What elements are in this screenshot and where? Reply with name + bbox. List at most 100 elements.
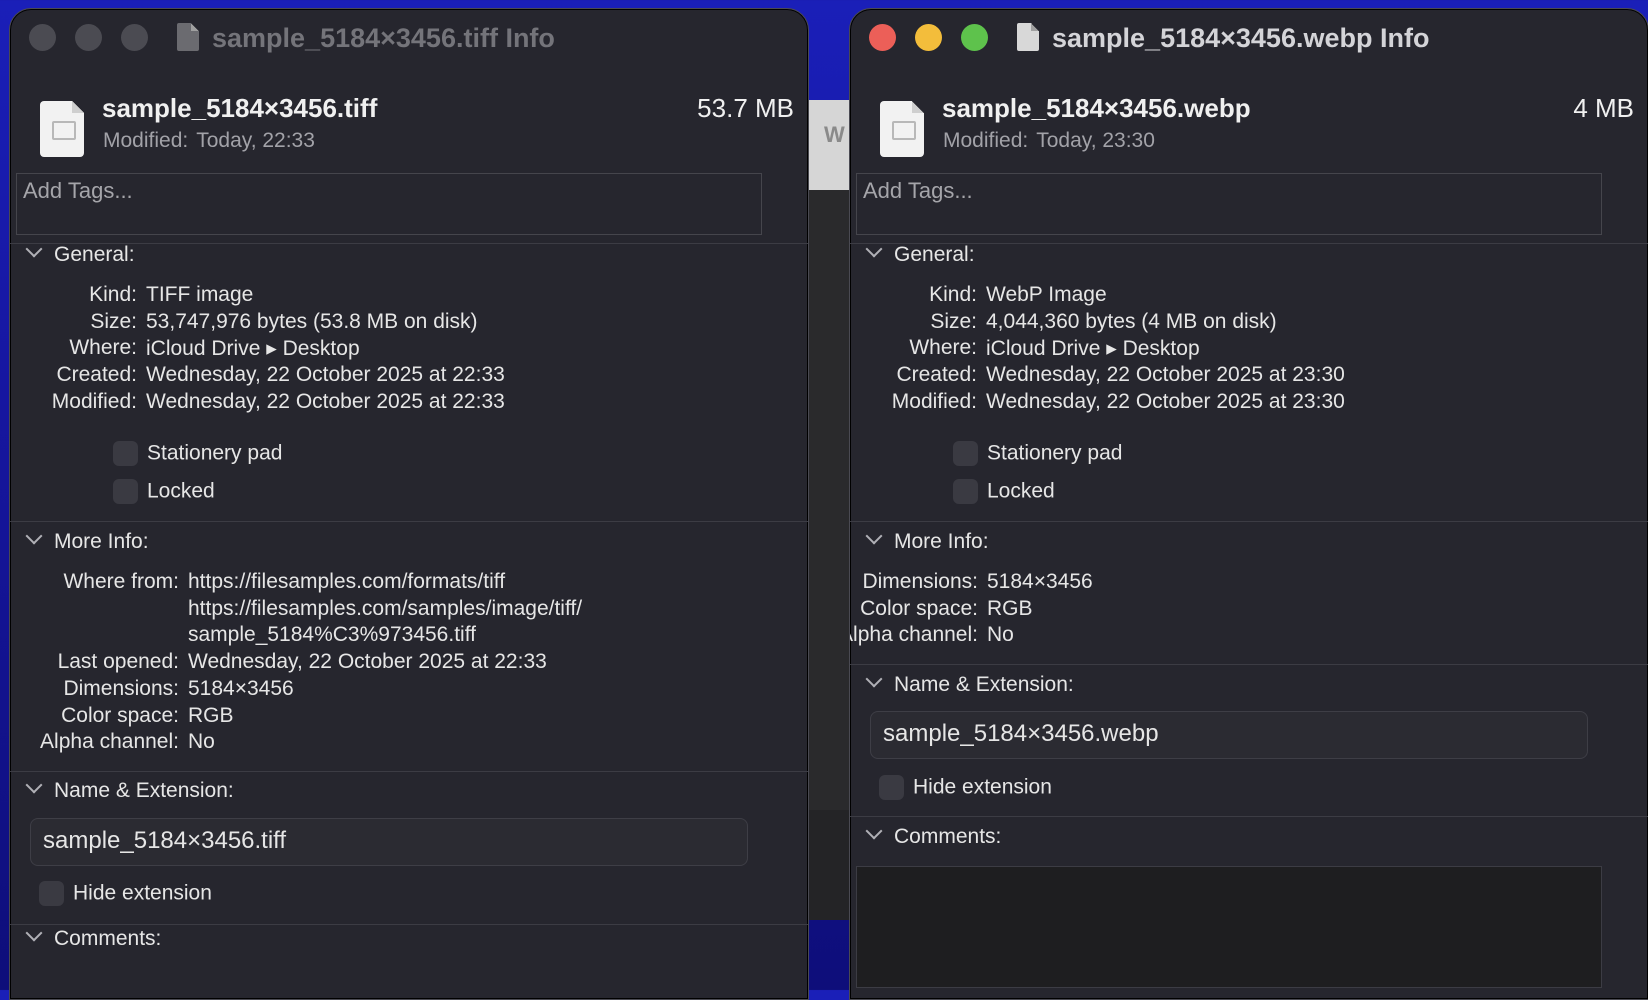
zoom-button[interactable] <box>121 24 148 51</box>
detail-key: Kind: <box>929 283 977 306</box>
image-file-icon <box>40 101 84 157</box>
close-button[interactable] <box>29 24 56 51</box>
more-info-label: More Info: <box>894 530 989 553</box>
checkbox-icon <box>953 441 978 466</box>
close-button[interactable] <box>869 24 896 51</box>
more-info-section-toggle[interactable]: More Info: <box>864 527 989 554</box>
detail-key: Where: <box>69 336 137 360</box>
detail-key: Alpha channel: <box>40 730 179 754</box>
divider <box>10 924 808 925</box>
detail-value: sample_5184%C3%973456.tiff <box>188 623 476 647</box>
chevron-down-icon <box>865 670 883 688</box>
comments-label: Comments: <box>894 825 1002 848</box>
detail-key: Size: <box>90 309 137 333</box>
detail-value: https://filesamples.com/samples/image/ti… <box>188 596 583 620</box>
divider <box>10 771 808 772</box>
comments-section-toggle[interactable]: Comments: <box>24 924 162 951</box>
detail-key: Created: <box>56 363 137 387</box>
tags-placeholder: Add Tags... <box>23 178 133 203</box>
detail-value: iCloud Drive ▸ Desktop <box>986 337 1200 361</box>
name-field-value: sample_5184×3456.tiff <box>43 827 287 854</box>
detail-key: Modified: <box>51 389 137 413</box>
locked-checkbox[interactable]: Locked <box>113 479 215 504</box>
comments-label: Comments: <box>54 927 162 950</box>
name-extension-section-toggle[interactable]: Name & Extension: <box>24 776 234 803</box>
detail-value: 5184×3456 <box>987 570 1093 593</box>
name-field-value: sample_5184×3456.webp <box>883 720 1159 747</box>
detail-value: 5184×3456 <box>188 676 294 700</box>
detail-value: RGB <box>188 703 234 727</box>
modified-summary: Modified: Today, 23:30 <box>943 129 1155 153</box>
title-bar[interactable]: sample_5184×3456.tiff Info <box>10 9 808 71</box>
title-bar[interactable]: sample_5184×3456.webp Info <box>850 9 1648 71</box>
webp-info-window[interactable]: sample_5184×3456.webp Info sample_5184×3… <box>849 8 1648 1000</box>
comments-section-toggle[interactable]: Comments: <box>864 822 1002 849</box>
detail-value: RGB <box>987 596 1033 620</box>
locked-label: Locked <box>147 479 215 503</box>
chevron-down-icon <box>25 776 43 794</box>
hide-extension-label: Hide extension <box>913 775 1052 799</box>
hide-extension-checkbox[interactable]: Hide extension <box>39 881 212 906</box>
tiff-info-window[interactable]: sample_5184×3456.tiff Info sample_5184×3… <box>9 8 809 1000</box>
chevron-down-icon <box>865 527 883 545</box>
detail-key: Dimensions: <box>63 676 179 700</box>
modified-label: Modified: <box>943 129 1029 152</box>
detail-key: Where from: <box>63 570 179 593</box>
chevron-down-icon <box>25 240 43 258</box>
stationery-pad-checkbox[interactable]: Stationery pad <box>113 441 282 466</box>
file-name: sample_5184×3456.webp <box>942 93 1251 123</box>
name-extension-section-toggle[interactable]: Name & Extension: <box>864 670 1074 697</box>
name-field[interactable]: sample_5184×3456.webp <box>870 711 1588 759</box>
general-section-toggle[interactable]: General: <box>864 240 975 267</box>
name-extension-label: Name & Extension: <box>54 779 234 802</box>
window-title: sample_5184×3456.webp Info <box>1052 23 1430 53</box>
file-size: 4 MB <box>1573 93 1634 123</box>
file-header: sample_5184×3456.tiff 53.7 MB Modified: T… <box>10 71 808 171</box>
chevron-down-icon <box>865 822 883 840</box>
checkbox-icon <box>113 441 138 466</box>
more-info-section-toggle[interactable]: More Info: <box>24 527 149 554</box>
tags-field[interactable]: Add Tags... <box>16 173 762 235</box>
detail-value: WebP Image <box>986 283 1107 306</box>
chevron-down-icon <box>25 527 43 545</box>
detail-key: Created: <box>896 363 977 387</box>
modified-value: Today, 22:33 <box>196 129 315 152</box>
zoom-button[interactable] <box>961 24 988 51</box>
stationery-pad-label: Stationery pad <box>147 441 283 465</box>
file-size: 53.7 MB <box>697 93 794 123</box>
detail-value: https://filesamples.com/formats/tiff <box>188 570 506 593</box>
document-proxy-icon[interactable] <box>177 23 199 51</box>
divider <box>850 816 1648 817</box>
detail-value: Wednesday, 22 October 2025 at 23:30 <box>986 363 1345 387</box>
detail-key: Kind: <box>89 283 137 306</box>
tags-placeholder: Add Tags... <box>863 178 973 203</box>
name-extension-label: Name & Extension: <box>894 673 1074 696</box>
detail-value: Wednesday, 22 October 2025 at 22:33 <box>146 389 505 413</box>
locked-checkbox[interactable]: Locked <box>953 479 1055 504</box>
tags-field[interactable]: Add Tags... <box>856 173 1602 235</box>
divider <box>10 521 808 522</box>
checkbox-icon <box>879 775 904 800</box>
window-title: sample_5184×3456.tiff Info <box>212 23 555 53</box>
general-label: General: <box>54 243 135 266</box>
hide-extension-checkbox[interactable]: Hide extension <box>879 775 1052 800</box>
checkbox-icon <box>953 479 978 504</box>
detail-key: Last opened: <box>57 650 179 674</box>
detail-key: Where: <box>909 336 977 360</box>
minimize-button[interactable] <box>915 24 942 51</box>
image-file-icon <box>880 101 924 157</box>
general-label: General: <box>894 243 975 266</box>
detail-key: Color space: <box>860 596 978 620</box>
chevron-down-icon <box>865 240 883 258</box>
detail-value: TIFF image <box>146 283 254 306</box>
minimize-button[interactable] <box>75 24 102 51</box>
document-proxy-icon[interactable] <box>1017 23 1039 51</box>
stationery-pad-checkbox[interactable]: Stationery pad <box>953 441 1122 466</box>
comments-field[interactable] <box>856 866 1602 988</box>
general-section-toggle[interactable]: General: <box>24 240 135 267</box>
hide-extension-label: Hide extension <box>73 881 212 905</box>
name-field[interactable]: sample_5184×3456.tiff <box>30 818 748 866</box>
modified-label: Modified: <box>103 129 189 152</box>
detail-value: No <box>987 623 1014 647</box>
file-name: sample_5184×3456.tiff <box>102 93 378 123</box>
